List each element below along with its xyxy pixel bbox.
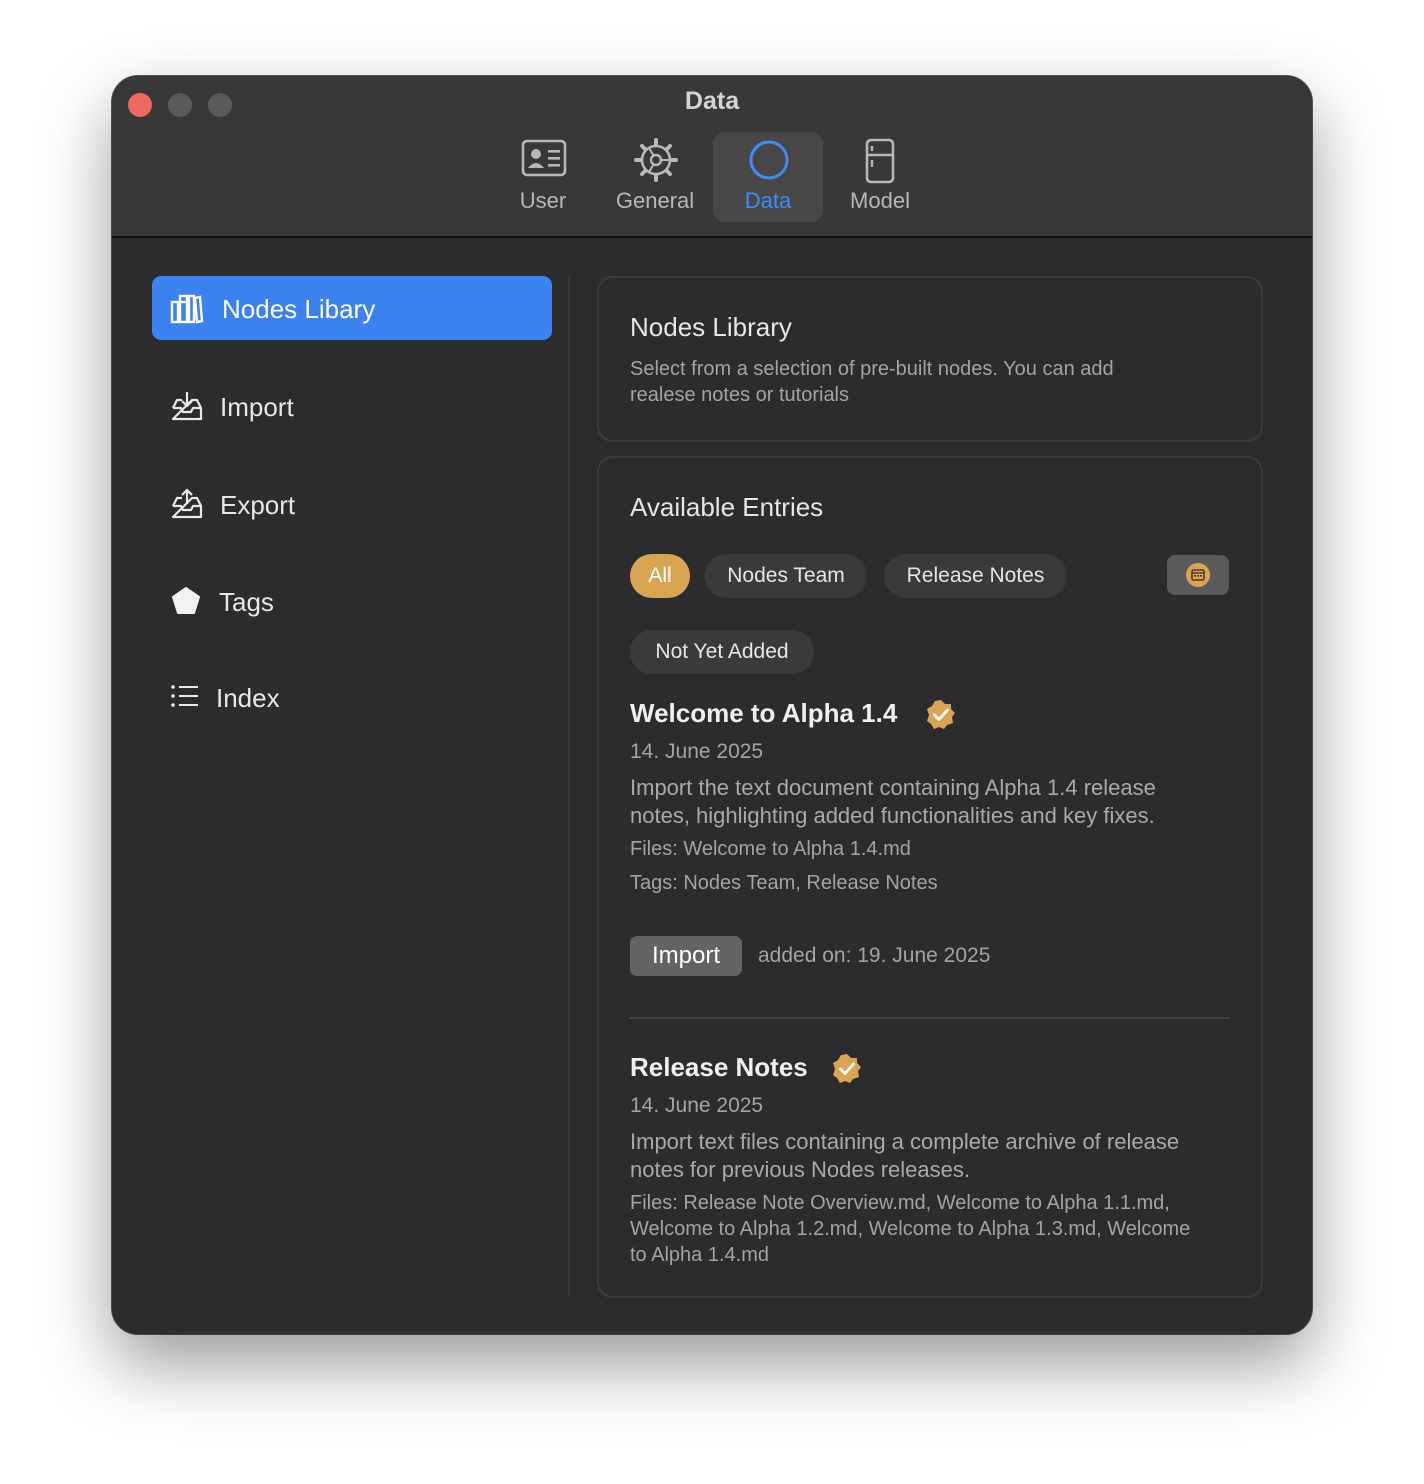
- tab-user-label: User: [519, 188, 567, 213]
- import-button[interactable]: Import: [630, 936, 742, 976]
- entry-description-line: notes for previous Nodes releases.: [630, 1157, 970, 1182]
- tab-user[interactable]: User: [488, 132, 598, 222]
- sidebar-item-tags[interactable]: Tags: [152, 569, 552, 633]
- tab-data-label: Data: [744, 188, 792, 213]
- tray-download-icon: [171, 392, 203, 421]
- sidebar-item-nodes-library[interactable]: Nodes Libary: [152, 276, 552, 340]
- pentagon-icon: [172, 587, 200, 614]
- section-description-line: realese notes or tutorials: [630, 384, 850, 406]
- list-icon: [171, 685, 198, 707]
- tab-model-label: Model: [850, 188, 910, 213]
- section-description-line: Select from a selection of pre-built nod…: [630, 358, 1114, 380]
- filter-not-yet-added[interactable]: Not Yet Added: [630, 630, 814, 674]
- settings-window: Data User General Data Model Nodes Libar…: [112, 76, 1312, 1334]
- gear-icon: [634, 138, 678, 182]
- circle-icon: [749, 140, 789, 180]
- sidebar-item-import[interactable]: Import: [152, 374, 552, 438]
- books-icon: [170, 294, 204, 324]
- entry-files-line: Files: Release Note Overview.md, Welcome…: [630, 1192, 1170, 1214]
- title-bar: Data User General Data Model: [112, 76, 1312, 238]
- sidebar-item-label: Import: [220, 392, 294, 422]
- sidebar-item-label: Tags: [219, 587, 274, 617]
- tab-general[interactable]: General: [600, 132, 710, 222]
- entry-date: 14. June 2025: [630, 1094, 764, 1117]
- entry-description-line: notes, highlighting added functionalitie…: [630, 803, 1155, 828]
- filter-all[interactable]: All: [630, 554, 690, 598]
- entry-description-line: Import the text document containing Alph…: [630, 775, 1156, 800]
- entry-added-on: added on: 19. June 2025: [758, 944, 991, 967]
- entry-tags: Tags: Nodes Team, Release Notes: [630, 872, 938, 894]
- sidebar-item-export[interactable]: Export: [152, 472, 552, 536]
- entry-description-line: Import text files containing a complete …: [630, 1129, 1180, 1154]
- tab-data[interactable]: Data: [713, 132, 823, 222]
- entry-files-line: to Alpha 1.4.md: [630, 1244, 769, 1266]
- filter-nodes-team[interactable]: Nodes Team: [705, 554, 867, 598]
- window-title: Data: [684, 87, 740, 115]
- sidebar-item-label: Index: [216, 683, 280, 713]
- sidebar-item-index[interactable]: Index: [152, 665, 552, 729]
- entry-date: 14. June 2025: [630, 740, 764, 763]
- verified-badge-icon: [927, 700, 955, 729]
- tray-upload-icon: [171, 488, 203, 519]
- calendar-icon: [1186, 563, 1210, 587]
- tab-general-label: General: [615, 188, 695, 213]
- entry-divider: [630, 1017, 1230, 1019]
- filter-release-notes[interactable]: Release Notes: [884, 554, 1067, 598]
- entry-title: Release Notes: [630, 1052, 808, 1082]
- sidebar-divider: [568, 276, 570, 1296]
- entry-files: Files: Welcome to Alpha 1.4.md: [630, 838, 911, 860]
- entry-title: Welcome to Alpha 1.4: [630, 698, 898, 728]
- verified-badge-icon: [833, 1054, 861, 1083]
- sidebar-item-label: Nodes Libary: [222, 294, 376, 324]
- tab-model[interactable]: Model: [825, 132, 935, 222]
- user-card-icon: [521, 139, 567, 177]
- entries-title: Available Entries: [630, 492, 824, 522]
- calendar-filter-button[interactable]: [1167, 555, 1229, 595]
- sidebar-item-label: Export: [220, 490, 296, 520]
- entry-files-line: Welcome to Alpha 1.2.md, Welcome to Alph…: [630, 1218, 1191, 1240]
- section-title: Nodes Library: [630, 312, 792, 342]
- fridge-icon: [865, 138, 895, 184]
- available-entries-card: Available Entries All Nodes Team Release…: [597, 456, 1263, 1298]
- nodes-library-header-card: Nodes Library Select from a selection of…: [597, 276, 1263, 442]
